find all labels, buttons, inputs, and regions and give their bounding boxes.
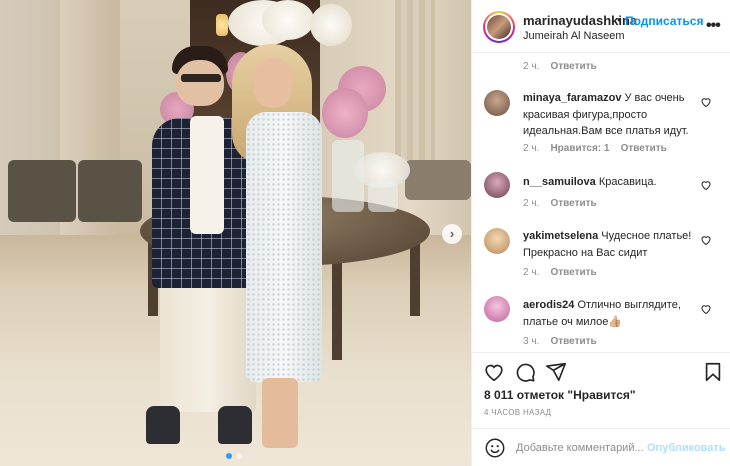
carousel-dot-active (226, 453, 232, 459)
photo-vase (332, 140, 364, 212)
more-options-icon[interactable]: ••• (706, 17, 721, 35)
photo-armchair (405, 160, 471, 200)
post-location[interactable]: Jumeirah Al Naseem (523, 30, 625, 42)
commenter-username[interactable]: yakimetselena (523, 230, 598, 242)
comment-input[interactable] (516, 438, 644, 458)
photo-woman-legs (262, 378, 298, 448)
comment-time: 2 ч. (523, 143, 540, 154)
comment-text: n__samuilova Красавица. (523, 174, 703, 191)
reply-button[interactable]: Ответить (621, 143, 667, 154)
emoji-icon[interactable] (484, 437, 506, 459)
header-separator: • (617, 12, 622, 27)
commenter-username[interactable]: minaya_faramazov (523, 92, 621, 104)
carousel-dot (236, 453, 242, 459)
photo-woman-face (254, 58, 292, 108)
follow-button[interactable]: Подписаться (625, 14, 703, 28)
commenter-username[interactable]: aerodis24 (523, 299, 574, 311)
next-slide-button[interactable]: › (442, 224, 462, 244)
photo-armchair (78, 160, 142, 222)
comment-time: 2 ч. (523, 198, 540, 209)
post-side-panel: marinayudashkina • Подписаться Jumeirah … (471, 0, 730, 466)
comment-text: minaya_faramazov У вас очень красивая фи… (523, 90, 703, 140)
commenter-avatar[interactable] (484, 172, 510, 198)
add-comment-bar: Опубликовать (472, 428, 730, 466)
commenter-avatar[interactable] (484, 296, 510, 322)
photo-armchair (8, 160, 76, 222)
reply-button[interactable]: Ответить (550, 61, 596, 72)
bookmark-icon[interactable] (702, 361, 724, 383)
comment-like-icon[interactable] (700, 96, 712, 108)
comment-time: 3 ч. (523, 336, 540, 347)
commenter-avatar[interactable] (484, 90, 510, 116)
author-avatar-image (487, 15, 511, 39)
post-actions: 8 011 отметок "Нравится" 4 ЧАСОВ НАЗАД (472, 352, 730, 424)
comment-time: 2 ч. (523, 61, 540, 72)
comment-body: Красавица. (598, 176, 657, 188)
photo-curtain (395, 0, 435, 170)
commenter-avatar[interactable] (484, 228, 510, 254)
author-avatar[interactable] (483, 11, 515, 43)
reply-button[interactable]: Ответить (550, 267, 596, 278)
likes-count[interactable]: 8 011 отметок "Нравится" (484, 388, 636, 402)
comment-likes[interactable]: Нравится: 1 (550, 143, 609, 154)
comment-like-icon[interactable] (700, 303, 712, 315)
comment-text: aerodis24 Отлично выглядите, платье оч м… (523, 297, 703, 330)
photo-man-shoe (146, 406, 180, 444)
post-photo[interactable]: › (0, 0, 471, 466)
comment-meta: 2 ч. Ответить (523, 267, 597, 278)
comment-meta: 3 ч. Ответить (523, 336, 597, 347)
comment-like-icon[interactable] (700, 179, 712, 191)
photo-man-face (176, 60, 224, 106)
photo-man-shirt (190, 116, 224, 234)
share-icon[interactable] (545, 361, 567, 383)
photo-white-flowers (262, 0, 314, 40)
commenter-username[interactable]: n__samuilova (523, 176, 596, 188)
post-header: marinayudashkina • Подписаться Jumeirah … (472, 0, 730, 53)
comment-meta: 2 ч. Ответить (523, 61, 597, 72)
photo-white-flowers (310, 4, 352, 46)
comment-like-icon[interactable] (700, 234, 712, 246)
comment-meta: 2 ч. Ответить (523, 198, 597, 209)
reply-button[interactable]: Ответить (550, 336, 596, 347)
photo-woman-dress (246, 112, 322, 382)
photo-lamp (216, 14, 228, 36)
photo-table-leg (332, 250, 342, 360)
photo-vase (368, 182, 398, 212)
post-time[interactable]: 4 ЧАСОВ НАЗАД (484, 408, 551, 417)
post-comment-button[interactable]: Опубликовать (647, 442, 726, 454)
heart-icon[interactable] (483, 361, 505, 383)
comment-meta: 2 ч. Нравится: 1 Ответить (523, 143, 667, 154)
photo-pink-flowers (322, 88, 368, 138)
comment-icon[interactable] (514, 361, 536, 383)
comment-time: 2 ч. (523, 267, 540, 278)
carousel-dots (226, 453, 242, 459)
reply-button[interactable]: Ответить (550, 198, 596, 209)
photo-man-glasses (181, 74, 221, 82)
comment-text: yakimetselena Чудесное платье! Прекрасно… (523, 228, 703, 261)
photo-man-shoe (218, 406, 252, 444)
comments-list[interactable]: 2 ч. Ответить minaya_faramazov У вас оче… (472, 54, 730, 352)
